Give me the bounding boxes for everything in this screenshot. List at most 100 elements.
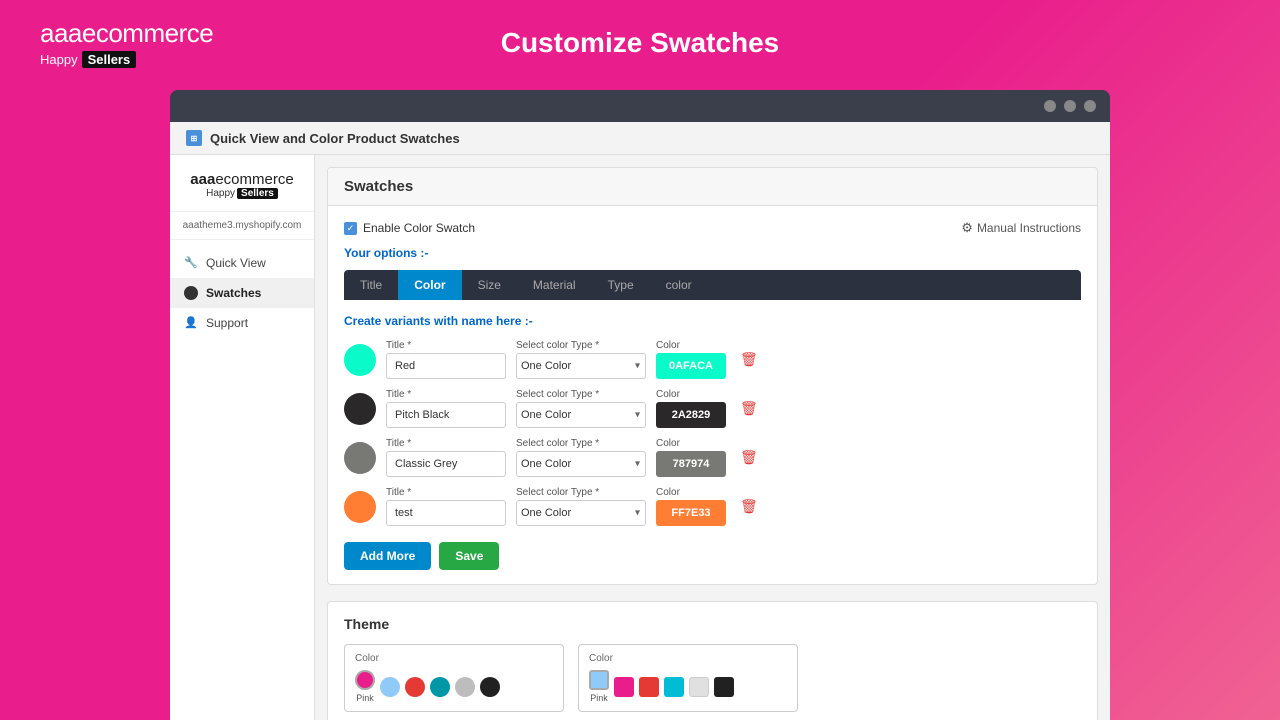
title-field-1: Title * [386, 340, 506, 379]
sidebar-logo: aaaecommerce Happy Sellers [170, 171, 314, 212]
sidebar-nav: 🔧 Quick View Swatches 👤 Support [170, 240, 314, 346]
create-variants-label: Create variants with name here :- [344, 314, 1081, 328]
swatch-row-2: Title * Select color Type * One Color [344, 389, 1081, 428]
enable-label: Enable Color Swatch [363, 221, 475, 235]
tagline-happy: Happy [40, 52, 78, 67]
theme-dot-2-black [714, 677, 734, 697]
select-wrapper-3: One Color [516, 451, 646, 477]
delete-btn-2[interactable]: 🗑 [740, 400, 758, 417]
theme-dot-2-blue [589, 670, 609, 690]
theme-dot-1-teal [430, 677, 450, 697]
title-input-1[interactable] [386, 353, 506, 379]
sidebar-item-quickview[interactable]: 🔧 Quick View [170, 248, 314, 278]
btn-row: Add More Save [344, 542, 1081, 570]
browser-dot-2 [1064, 100, 1076, 112]
enable-checkbox[interactable]: ✓ [344, 222, 357, 235]
color-field-1: Color 0AFACA [656, 340, 726, 379]
color-field-2: Color 2A2829 [656, 389, 726, 428]
color-field-3: Color 787974 [656, 438, 726, 477]
app-container: ⊞ Quick View and Color Product Swatches … [170, 122, 1110, 720]
swatch-row-3: Title * Select color Type * One Color [344, 438, 1081, 477]
title-field-3: Title * [386, 438, 506, 477]
sidebar-brand-name: aaaecommerce [180, 171, 304, 188]
theme-card-1-label: Color [355, 653, 553, 664]
app-header-icon: ⊞ [186, 130, 202, 146]
color-type-select-3[interactable]: One Color [516, 451, 646, 477]
browser-bar [170, 90, 1110, 122]
swatch-row-1: Title * Select color Type * One Color [344, 340, 1081, 379]
title-input-3[interactable] [386, 451, 506, 477]
swatch-circle-2 [344, 393, 376, 425]
manual-link[interactable]: ⚙ Manual Instructions [961, 220, 1081, 236]
color-type-field-1: Select color Type * One Color [516, 340, 646, 379]
panel-body: ✓ Enable Color Swatch ⚙ Manual Instructi… [328, 206, 1097, 584]
color-value-3[interactable]: 787974 [656, 451, 726, 477]
delete-btn-4[interactable]: 🗑 [740, 498, 758, 515]
delete-btn-3[interactable]: 🗑 [740, 449, 758, 466]
theme-card-square[interactable]: Color Pink [578, 644, 798, 712]
sellers-badge: Sellers [82, 51, 137, 68]
app-header-bar: ⊞ Quick View and Color Product Swatches [170, 122, 1110, 155]
theme-dot-1-pink [355, 670, 375, 690]
enable-row: ✓ Enable Color Swatch ⚙ Manual Instructi… [344, 220, 1081, 236]
sidebar: aaaecommerce Happy Sellers aaatheme3.mys… [170, 155, 315, 720]
color-field-4: Color FF7E33 [656, 487, 726, 526]
swatch-row-4: Title * Select color Type * One Color [344, 487, 1081, 526]
color-value-2[interactable]: 2A2829 [656, 402, 726, 428]
tab-type[interactable]: Type [592, 270, 650, 300]
theme-previews: Color Pink [344, 644, 1081, 712]
title-field-4: Title * [386, 487, 506, 526]
app-header-title: Quick View and Color Product Swatches [210, 131, 460, 146]
add-more-button[interactable]: Add More [344, 542, 431, 570]
swatch-circle-1 [344, 344, 376, 376]
title-input-2[interactable] [386, 402, 506, 428]
color-type-select-2[interactable]: One Color [516, 402, 646, 428]
delete-btn-1[interactable]: 🗑 [740, 351, 758, 368]
swatch-circle-3 [344, 442, 376, 474]
theme-dot-1-grey [455, 677, 475, 697]
sidebar-domain: aaatheme3.myshopify.com [170, 212, 314, 240]
theme-card-circle[interactable]: Color Pink [344, 644, 564, 712]
theme-dot-2-cyan [664, 677, 684, 697]
tab-size[interactable]: Size [462, 270, 517, 300]
browser-dot-1 [1044, 100, 1056, 112]
brand-name: aaaecommerce [40, 18, 213, 49]
theme-section: Theme Color Pink [327, 601, 1098, 720]
color-type-field-3: Select color Type * One Color [516, 438, 646, 477]
theme-swatches-circle: Pink [355, 670, 553, 703]
theme-dot-2-red [639, 677, 659, 697]
title-field-2: Title * [386, 389, 506, 428]
sidebar-tagline: Happy Sellers [180, 188, 304, 199]
tab-material[interactable]: Material [517, 270, 592, 300]
panel-header: Swatches [328, 168, 1097, 206]
sidebar-item-support-label: Support [206, 316, 248, 330]
theme-card-2-label: Color [589, 653, 787, 664]
save-button[interactable]: Save [439, 542, 499, 570]
top-header: aaaecommerce Happy Sellers Customize Swa… [0, 0, 1280, 86]
wrench-icon: 🔧 [184, 256, 198, 270]
title-input-4[interactable] [386, 500, 506, 526]
person-icon: 👤 [184, 316, 198, 330]
browser-window: ⊞ Quick View and Color Product Swatches … [170, 90, 1110, 720]
tab-title[interactable]: Title [344, 270, 398, 300]
color-type-select-4[interactable]: One Color [516, 500, 646, 526]
select-wrapper-4: One Color [516, 500, 646, 526]
sidebar-item-support[interactable]: 👤 Support [170, 308, 314, 338]
brand-light: ecommerce [82, 18, 213, 48]
gear-icon: ⚙ [961, 220, 973, 236]
theme-dot-2-light [689, 677, 709, 697]
color-type-select-1[interactable]: One Color [516, 353, 646, 379]
brand-logo: aaaecommerce Happy Sellers [40, 18, 213, 68]
swatch-circle-4 [344, 491, 376, 523]
enable-left: ✓ Enable Color Swatch [344, 221, 475, 235]
theme-dot-1-black [480, 677, 500, 697]
sidebar-item-swatches[interactable]: Swatches [170, 278, 314, 308]
color-value-4[interactable]: FF7E33 [656, 500, 726, 526]
theme-dot-1-blue [380, 677, 400, 697]
theme-swatches-square: Pink [589, 670, 787, 703]
tab-color2[interactable]: color [650, 270, 708, 300]
brand-bold: aaa [40, 18, 82, 48]
tab-color[interactable]: Color [398, 270, 461, 300]
color-value-1[interactable]: 0AFACA [656, 353, 726, 379]
theme-title: Theme [344, 616, 1081, 632]
